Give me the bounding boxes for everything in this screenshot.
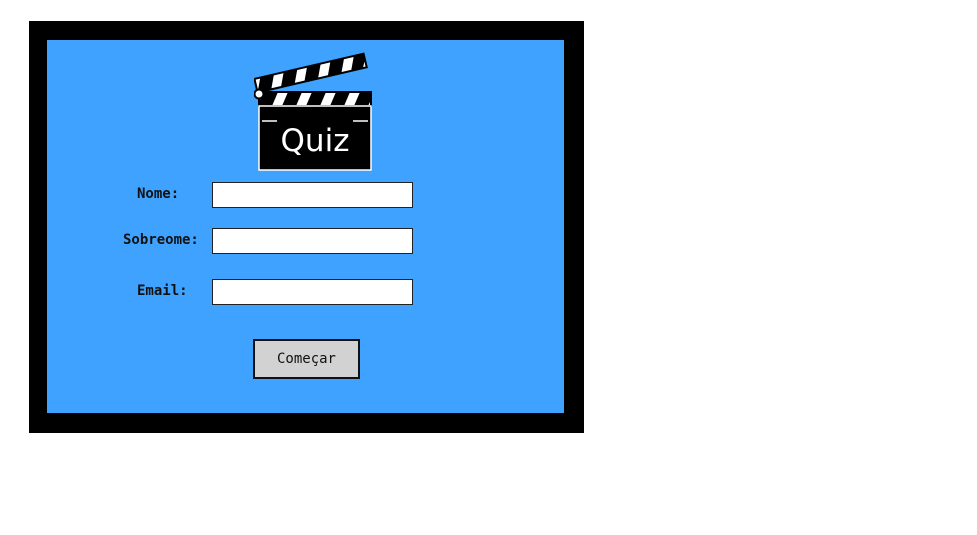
surname-input[interactable] xyxy=(212,228,413,254)
email-label: Email: xyxy=(137,283,188,299)
start-button[interactable]: Começar xyxy=(253,339,360,379)
email-input[interactable] xyxy=(212,279,413,305)
name-input[interactable] xyxy=(212,182,413,208)
quiz-title: Quiz xyxy=(280,123,350,159)
surname-label: Sobreome: xyxy=(123,232,199,248)
name-label: Nome: xyxy=(137,186,180,202)
